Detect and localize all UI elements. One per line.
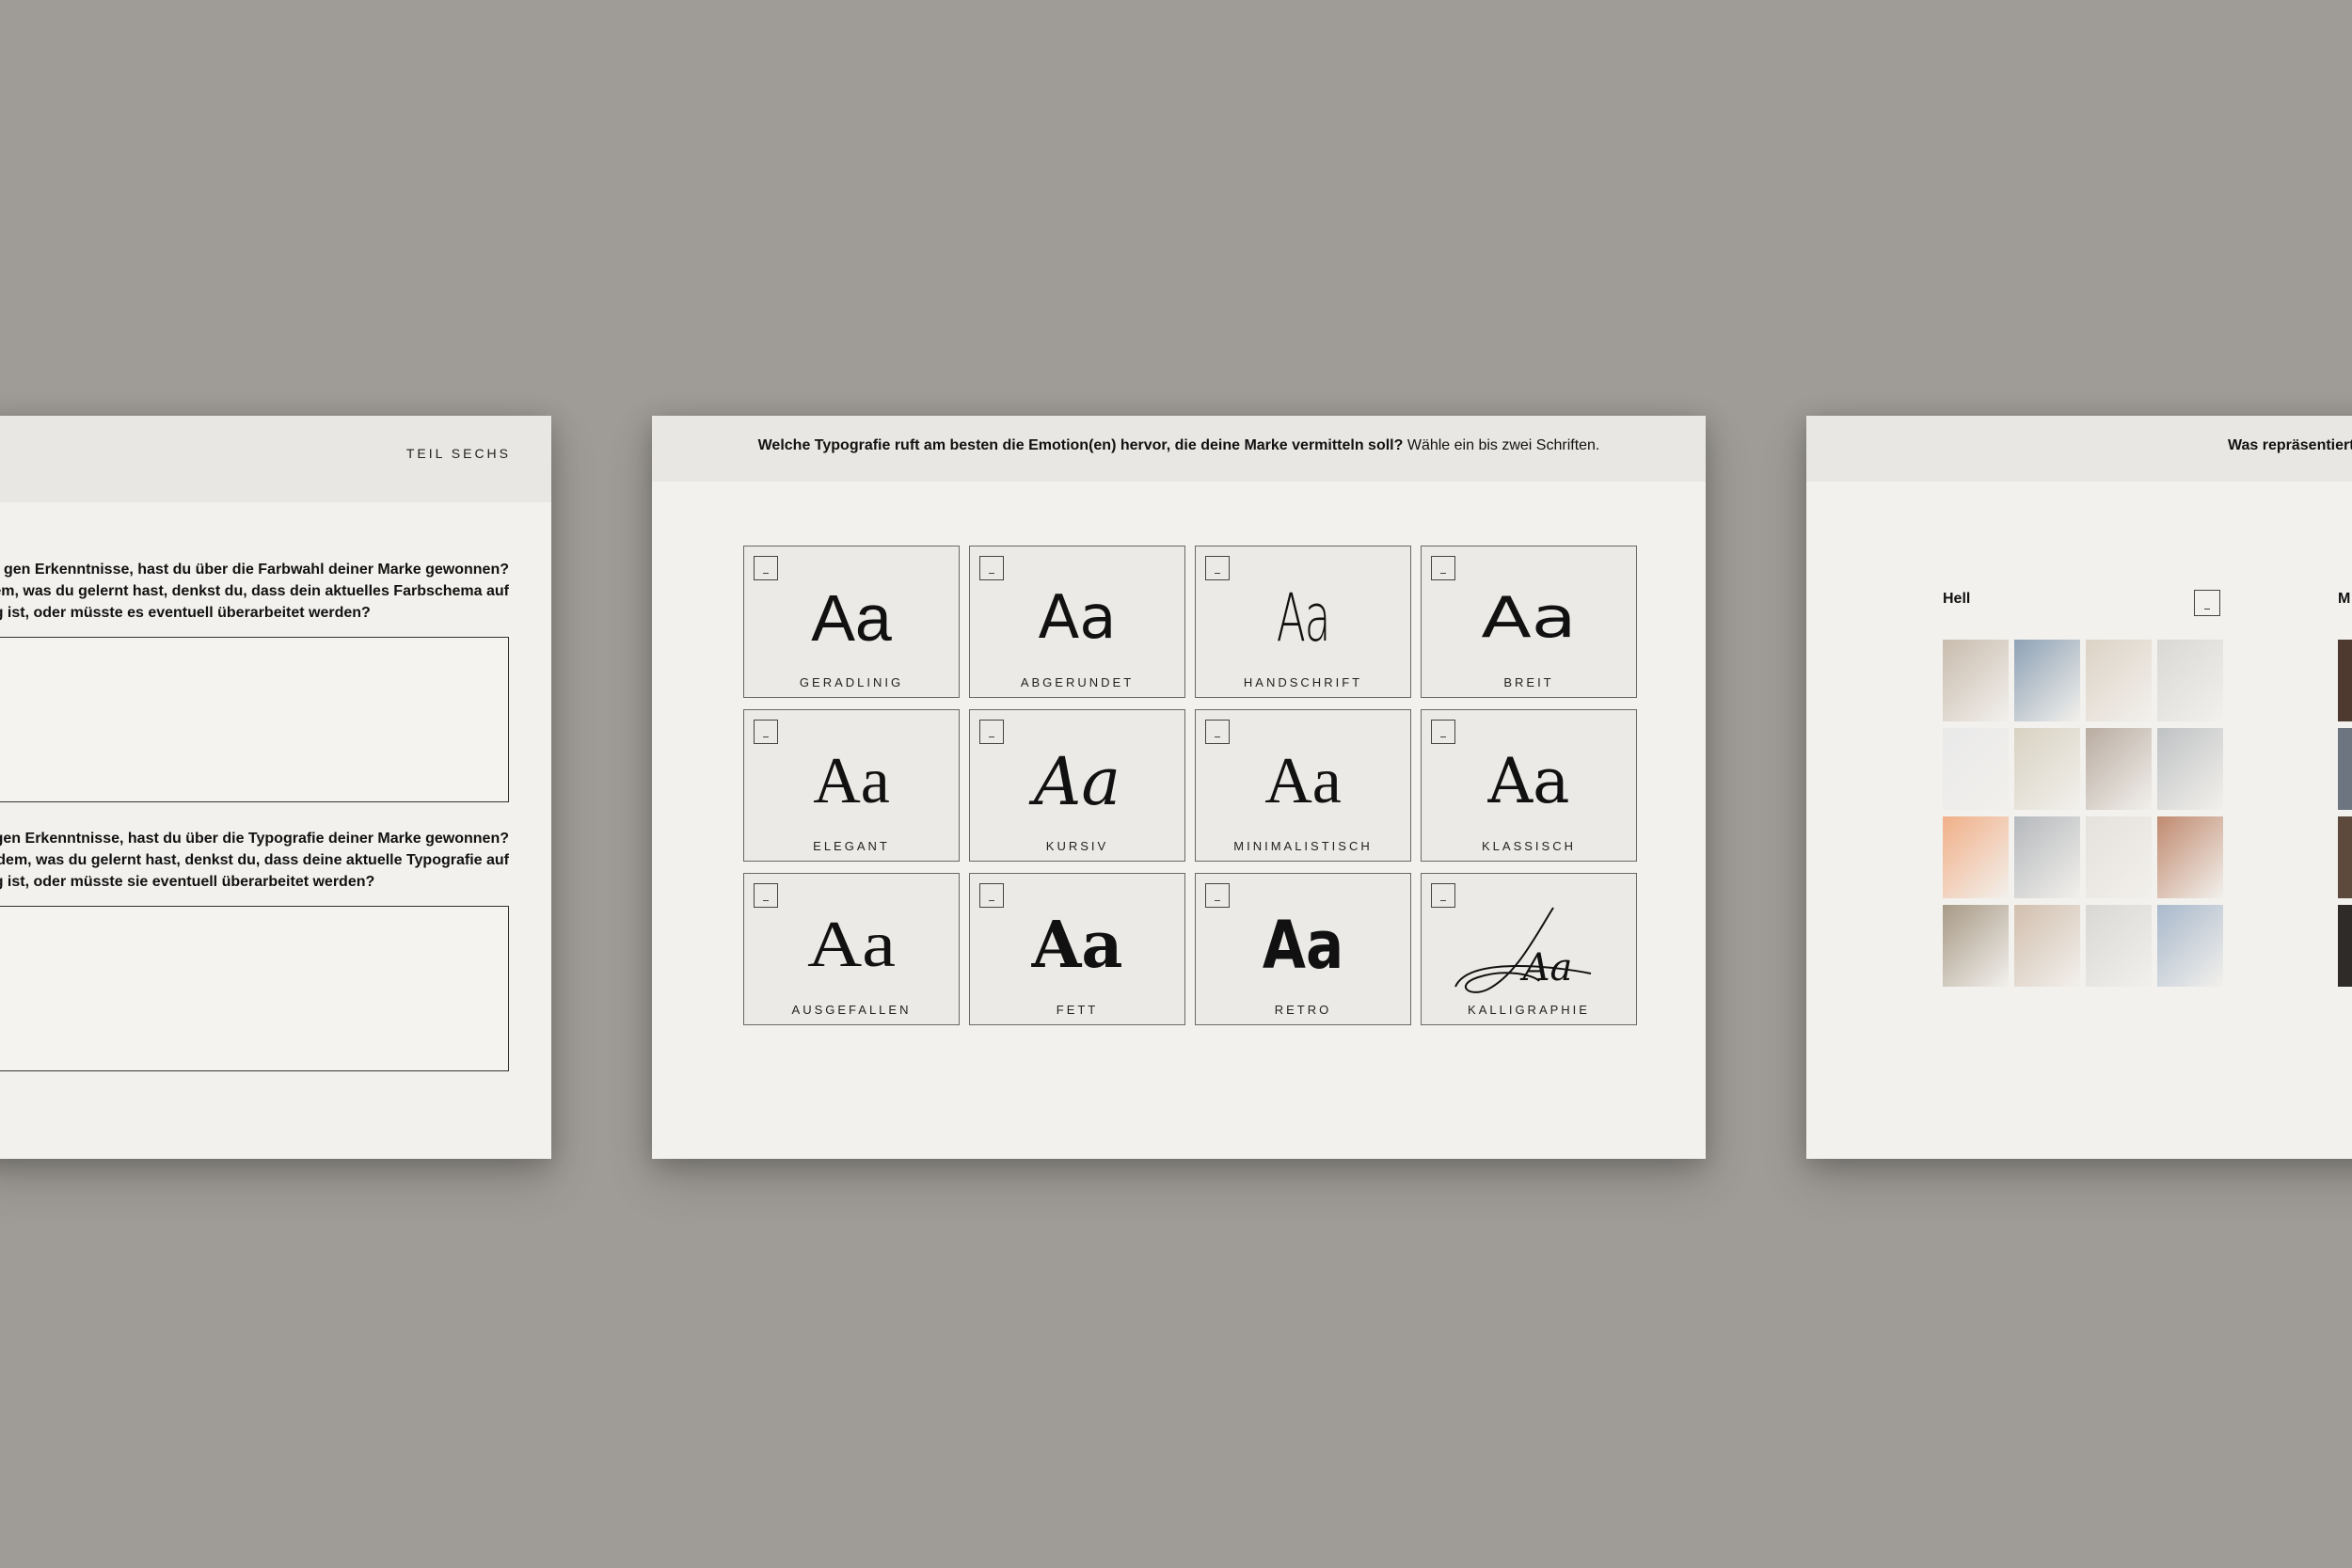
font-sample: Aa	[811, 581, 892, 655]
moodboard-photo	[2014, 728, 2080, 810]
font-card-minimalistisch[interactable]: Aa MINIMALISTISCH	[1195, 709, 1411, 862]
question-bold: Welche Typografie ruft am besten die Emo…	[757, 437, 1404, 453]
moodboard-photo	[2338, 816, 2352, 898]
question-typography: gen Erkenntnisse, hast du über die Typog…	[0, 828, 509, 893]
font-sample: Aa	[1033, 743, 1121, 820]
moodboard-photo	[2157, 640, 2223, 721]
question-line: gen Erkenntnisse, hast du über die Farbw…	[4, 562, 509, 578]
font-label: ELEGANT	[813, 839, 890, 853]
font-label: KALLIGRAPHIE	[1468, 1003, 1590, 1017]
workbook-page-center: Welche Typografie ruft am besten die Emo…	[652, 416, 1706, 1159]
moodboard-photo	[2086, 816, 2152, 898]
font-sample: Aa	[813, 745, 890, 817]
checkbox-icon[interactable]	[754, 720, 778, 744]
question-line: Weg ist, oder müsste es eventuell überar…	[0, 605, 371, 621]
moodboard-photo	[1943, 728, 2009, 810]
moodboard-photo	[2014, 905, 2080, 987]
checkbox-icon[interactable]	[1431, 720, 1455, 744]
photo-grid-second	[2338, 640, 2352, 987]
font-sample: Aa	[1522, 946, 1573, 990]
font-label: BREIT	[1503, 675, 1554, 689]
checkbox-icon[interactable]	[754, 556, 778, 580]
question-line: Weg ist, oder müsste sie eventuell übera…	[0, 874, 375, 890]
font-card-breit[interactable]: Aa BREIT	[1421, 546, 1637, 698]
checkbox-icon[interactable]	[979, 883, 1004, 908]
font-sample: Aa	[1264, 745, 1342, 817]
font-card-geradlinig[interactable]: Aa GERADLINIG	[743, 546, 960, 698]
checkbox-icon[interactable]	[754, 883, 778, 908]
typography-grid: Aa GERADLINIG Aa ABGERUNDET Aa HANDSCHRI…	[743, 546, 1637, 1025]
moodboard-photo	[2338, 905, 2352, 987]
workbook-page-left: TEIL SECHS gen Erkenntnisse, hast du übe…	[0, 416, 551, 1159]
checkbox-icon[interactable]	[979, 720, 1004, 744]
font-card-abgerundet[interactable]: Aa ABGERUNDET	[969, 546, 1185, 698]
checkbox-icon[interactable]	[1205, 883, 1230, 908]
font-sample: Aa	[1481, 585, 1577, 651]
moodboard-photo	[2086, 640, 2152, 721]
question-color: gen Erkenntnisse, hast du über die Farbw…	[0, 559, 509, 624]
font-label: AUSGEFALLEN	[791, 1003, 912, 1017]
moodboard-photo	[2014, 640, 2080, 721]
font-card-elegant[interactable]: Aa ELEGANT	[743, 709, 960, 862]
moodboard-photo	[2338, 640, 2352, 721]
font-card-ausgefallen[interactable]: Aa AUSGEFALLEN	[743, 873, 960, 1025]
checkbox-icon[interactable]	[1431, 556, 1455, 580]
font-card-retro[interactable]: Aa RETRO	[1195, 873, 1411, 1025]
question-line: dem, was du gelernt hast, denkst du, das…	[0, 852, 509, 868]
font-card-handschrift[interactable]: Aa HANDSCHRIFT	[1195, 546, 1411, 698]
moodboard-photo	[1943, 816, 2009, 898]
moodboard-photo	[2014, 816, 2080, 898]
question-line: gen Erkenntnisse, hast du über die Typog…	[0, 831, 509, 847]
font-sample: Aa	[807, 909, 896, 981]
font-sample: Aa	[1276, 579, 1331, 657]
checkbox-icon[interactable]	[979, 556, 1004, 580]
checkbox-icon[interactable]	[1205, 556, 1230, 580]
font-card-kursiv[interactable]: Aa KURSIV	[969, 709, 1185, 862]
checkbox-icon[interactable]	[1205, 720, 1230, 744]
font-label: GERADLINIG	[799, 675, 904, 689]
workbook-page-right: Was repräsentiert Hell M	[1806, 416, 2352, 1159]
font-label: KURSIV	[1045, 839, 1109, 853]
question-line: dem, was du gelernt hast, denkst du, das…	[0, 583, 509, 599]
question-instruction: Wähle ein bis zwei Schriften.	[1406, 437, 1600, 453]
font-sample: Aa	[1262, 907, 1344, 984]
photo-grid-hell	[1943, 640, 2223, 987]
option-label-second: M	[2338, 591, 2351, 607]
font-label: KLASSISCH	[1482, 839, 1576, 853]
font-label: RETRO	[1274, 1003, 1332, 1017]
moodboard-photo	[2086, 905, 2152, 987]
moodboard-photo	[2157, 816, 2223, 898]
font-sample: Aa	[1487, 745, 1570, 817]
font-label: HANDSCHRIFT	[1243, 675, 1363, 689]
answer-field-typography[interactable]	[0, 906, 509, 1071]
font-label: ABGERUNDET	[1020, 675, 1135, 689]
moodboard-photo	[1943, 640, 2009, 721]
font-sample: Aa	[1038, 583, 1117, 653]
moodboard-photo	[2157, 728, 2223, 810]
moodboard-photo	[2157, 905, 2223, 987]
moodboard-question: Was repräsentiert	[2228, 437, 2352, 453]
font-card-kalligraphie[interactable]: Aa KALLIGRAPHIE	[1421, 873, 1637, 1025]
answer-field-color[interactable]	[0, 637, 509, 802]
moodboard-photo	[1943, 905, 2009, 987]
font-sample: Aa	[1031, 908, 1123, 983]
font-card-klassisch[interactable]: Aa KLASSISCH	[1421, 709, 1637, 862]
checkbox-icon[interactable]	[2194, 590, 2220, 616]
font-card-fett[interactable]: Aa FETT	[969, 873, 1185, 1025]
option-label-hell: Hell	[1943, 591, 1971, 607]
moodboard-photo	[2338, 728, 2352, 810]
section-label: TEIL SECHS	[405, 446, 511, 461]
typography-question: Welche Typografie ruft am besten die Emo…	[652, 437, 1706, 454]
font-label: FETT	[1056, 1003, 1099, 1017]
moodboard-photo	[2086, 728, 2152, 810]
font-label: MINIMALISTISCH	[1233, 839, 1373, 853]
